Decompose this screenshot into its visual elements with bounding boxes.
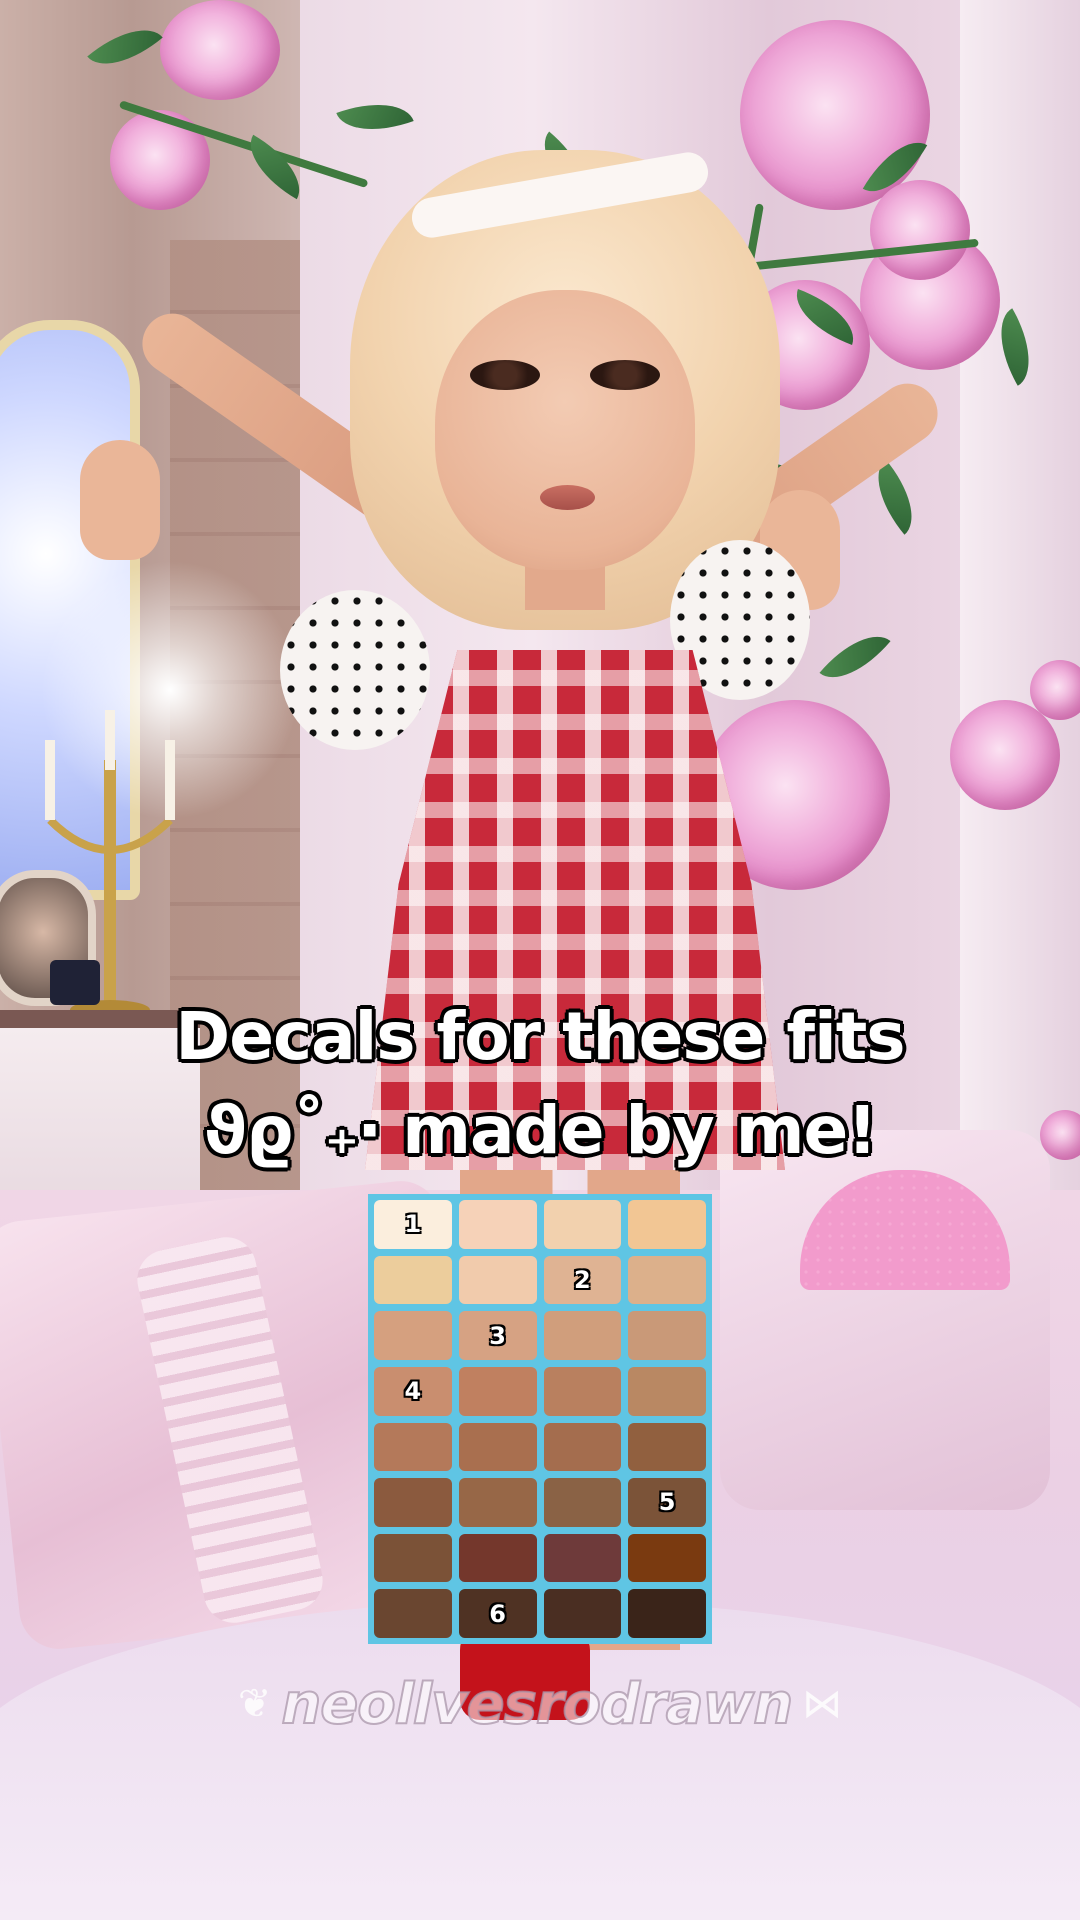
color-swatch: 6 xyxy=(458,1589,537,1638)
rose xyxy=(160,0,280,100)
color-swatch xyxy=(628,1311,706,1360)
color-swatch xyxy=(374,1422,452,1472)
color-swatch xyxy=(628,1255,706,1305)
swatch-number: 2 xyxy=(574,1265,591,1294)
color-swatch xyxy=(543,1422,622,1472)
avatar-sleeve xyxy=(280,590,430,750)
color-swatch xyxy=(374,1478,452,1527)
color-swatch xyxy=(628,1422,706,1472)
swatch-number: 3 xyxy=(489,1321,506,1350)
color-swatch xyxy=(543,1533,622,1583)
color-swatch xyxy=(374,1589,452,1638)
color-swatch xyxy=(628,1200,706,1249)
watermark-text: neollvesrodrawn xyxy=(280,1671,794,1738)
caption-line-1: Decals for these fits xyxy=(175,998,905,1075)
swatch-number: 5 xyxy=(658,1488,676,1517)
avatar-face xyxy=(435,290,695,570)
avatar-hand xyxy=(80,440,160,560)
color-swatch xyxy=(374,1311,452,1360)
color-swatch xyxy=(543,1589,622,1638)
color-swatch: 1 xyxy=(374,1200,452,1249)
swatch-number: 4 xyxy=(404,1377,422,1406)
wing-icon: ❦ xyxy=(237,1681,272,1727)
color-swatch xyxy=(374,1255,452,1305)
color-swatch: 3 xyxy=(458,1311,537,1360)
color-swatch xyxy=(543,1311,622,1360)
avatar-eye xyxy=(590,360,660,390)
color-swatch xyxy=(628,1533,706,1583)
color-swatch xyxy=(458,1478,537,1527)
color-swatch xyxy=(543,1478,622,1527)
bow-icon: ⋈ xyxy=(802,1681,843,1727)
color-swatch xyxy=(458,1422,537,1472)
avatar-eye xyxy=(470,360,540,390)
swatch-number: 6 xyxy=(489,1599,506,1628)
color-swatch xyxy=(628,1366,706,1416)
color-swatch xyxy=(374,1533,452,1583)
caption-line-2: ϑϱ˚₊‧ made by me! xyxy=(203,1092,878,1169)
avatar-lips xyxy=(540,485,595,510)
color-swatch: 4 xyxy=(374,1366,452,1416)
rose xyxy=(870,180,970,280)
color-swatch xyxy=(543,1366,622,1416)
color-swatch: 2 xyxy=(543,1255,622,1305)
color-swatch xyxy=(458,1200,537,1249)
color-swatch xyxy=(628,1589,706,1638)
color-swatch xyxy=(543,1200,622,1249)
watermark: ❦ neollvesrodrawn ⋈ xyxy=(220,1668,860,1740)
skin-tone-palette: 1 2 3 4 5 6 xyxy=(368,1194,712,1644)
rose xyxy=(950,700,1060,810)
color-swatch xyxy=(458,1255,537,1305)
color-swatch xyxy=(458,1533,537,1583)
color-swatch xyxy=(458,1366,537,1416)
swatch-number: 1 xyxy=(404,1210,422,1239)
color-swatch: 5 xyxy=(628,1478,706,1527)
